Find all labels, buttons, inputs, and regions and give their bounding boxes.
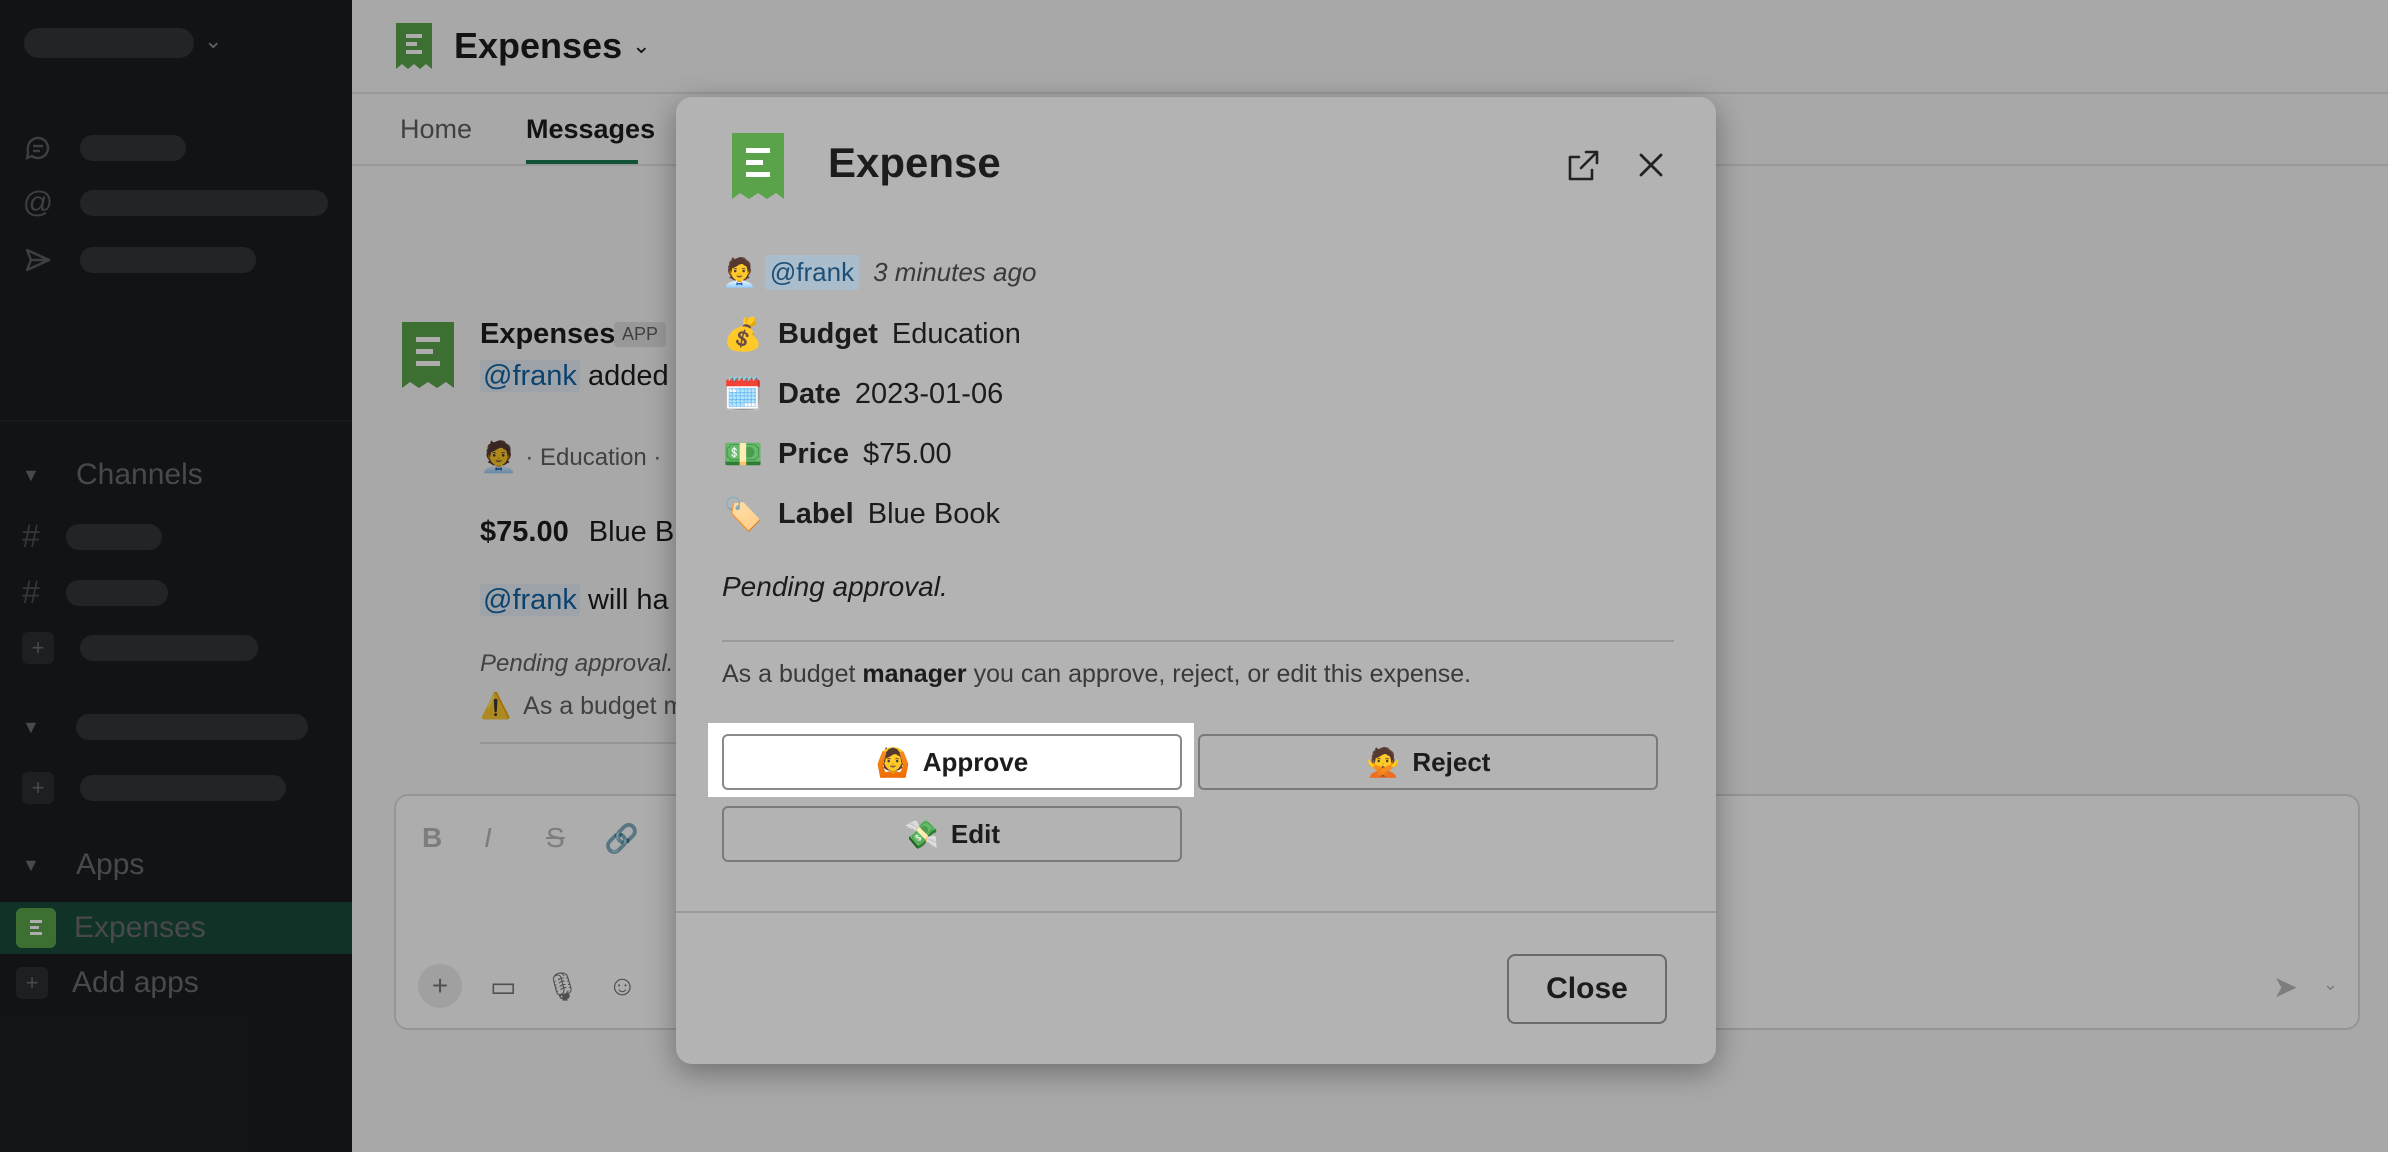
money-wings-icon: 💸 bbox=[904, 818, 939, 850]
modal-footer-divider bbox=[676, 911, 1716, 913]
user-avatar-icon: 🧑‍💼 bbox=[722, 257, 757, 288]
no-gesture-icon: 🙅 bbox=[1365, 746, 1401, 778]
field-price: 💵 Price $75.00 bbox=[722, 433, 952, 475]
close-icon[interactable] bbox=[1633, 147, 1669, 183]
close-button[interactable]: Close bbox=[1507, 954, 1667, 1024]
expense-modal: Expense 🧑‍💼 @frank 3 minutes ago 💰 Budge… bbox=[676, 97, 1716, 1064]
open-external-icon[interactable] bbox=[1566, 149, 1600, 183]
receipt-icon bbox=[732, 133, 784, 199]
user-mention[interactable]: @frank bbox=[764, 255, 860, 290]
dollar-bills-icon: 💵 bbox=[723, 436, 763, 472]
modal-title: Expense bbox=[828, 139, 1001, 186]
manager-note: As a budget manager you can approve, rej… bbox=[722, 660, 1472, 688]
field-label: 🏷️ Label Blue Book bbox=[722, 493, 1000, 535]
money-bag-icon: 💰 bbox=[723, 316, 763, 352]
field-date: 🗓️ Date 2023-01-06 bbox=[722, 373, 1003, 415]
expense-meta: 🧑‍💼 @frank 3 minutes ago bbox=[722, 255, 1036, 290]
calendar-icon: 🗓️ bbox=[723, 376, 763, 412]
ok-gesture-icon: 🙆 bbox=[875, 746, 911, 778]
edit-button[interactable]: 💸 Edit bbox=[722, 806, 1182, 862]
approve-button[interactable]: 🙆 Approve bbox=[722, 734, 1182, 790]
label-tag-icon: 🏷️ bbox=[723, 496, 763, 532]
timestamp: 3 minutes ago bbox=[873, 257, 1037, 287]
reject-button[interactable]: 🙅 Reject bbox=[1198, 734, 1658, 790]
approval-status: Pending approval. bbox=[722, 571, 948, 602]
modal-divider bbox=[722, 640, 1674, 642]
field-budget: 💰 Budget Education bbox=[722, 313, 1021, 355]
